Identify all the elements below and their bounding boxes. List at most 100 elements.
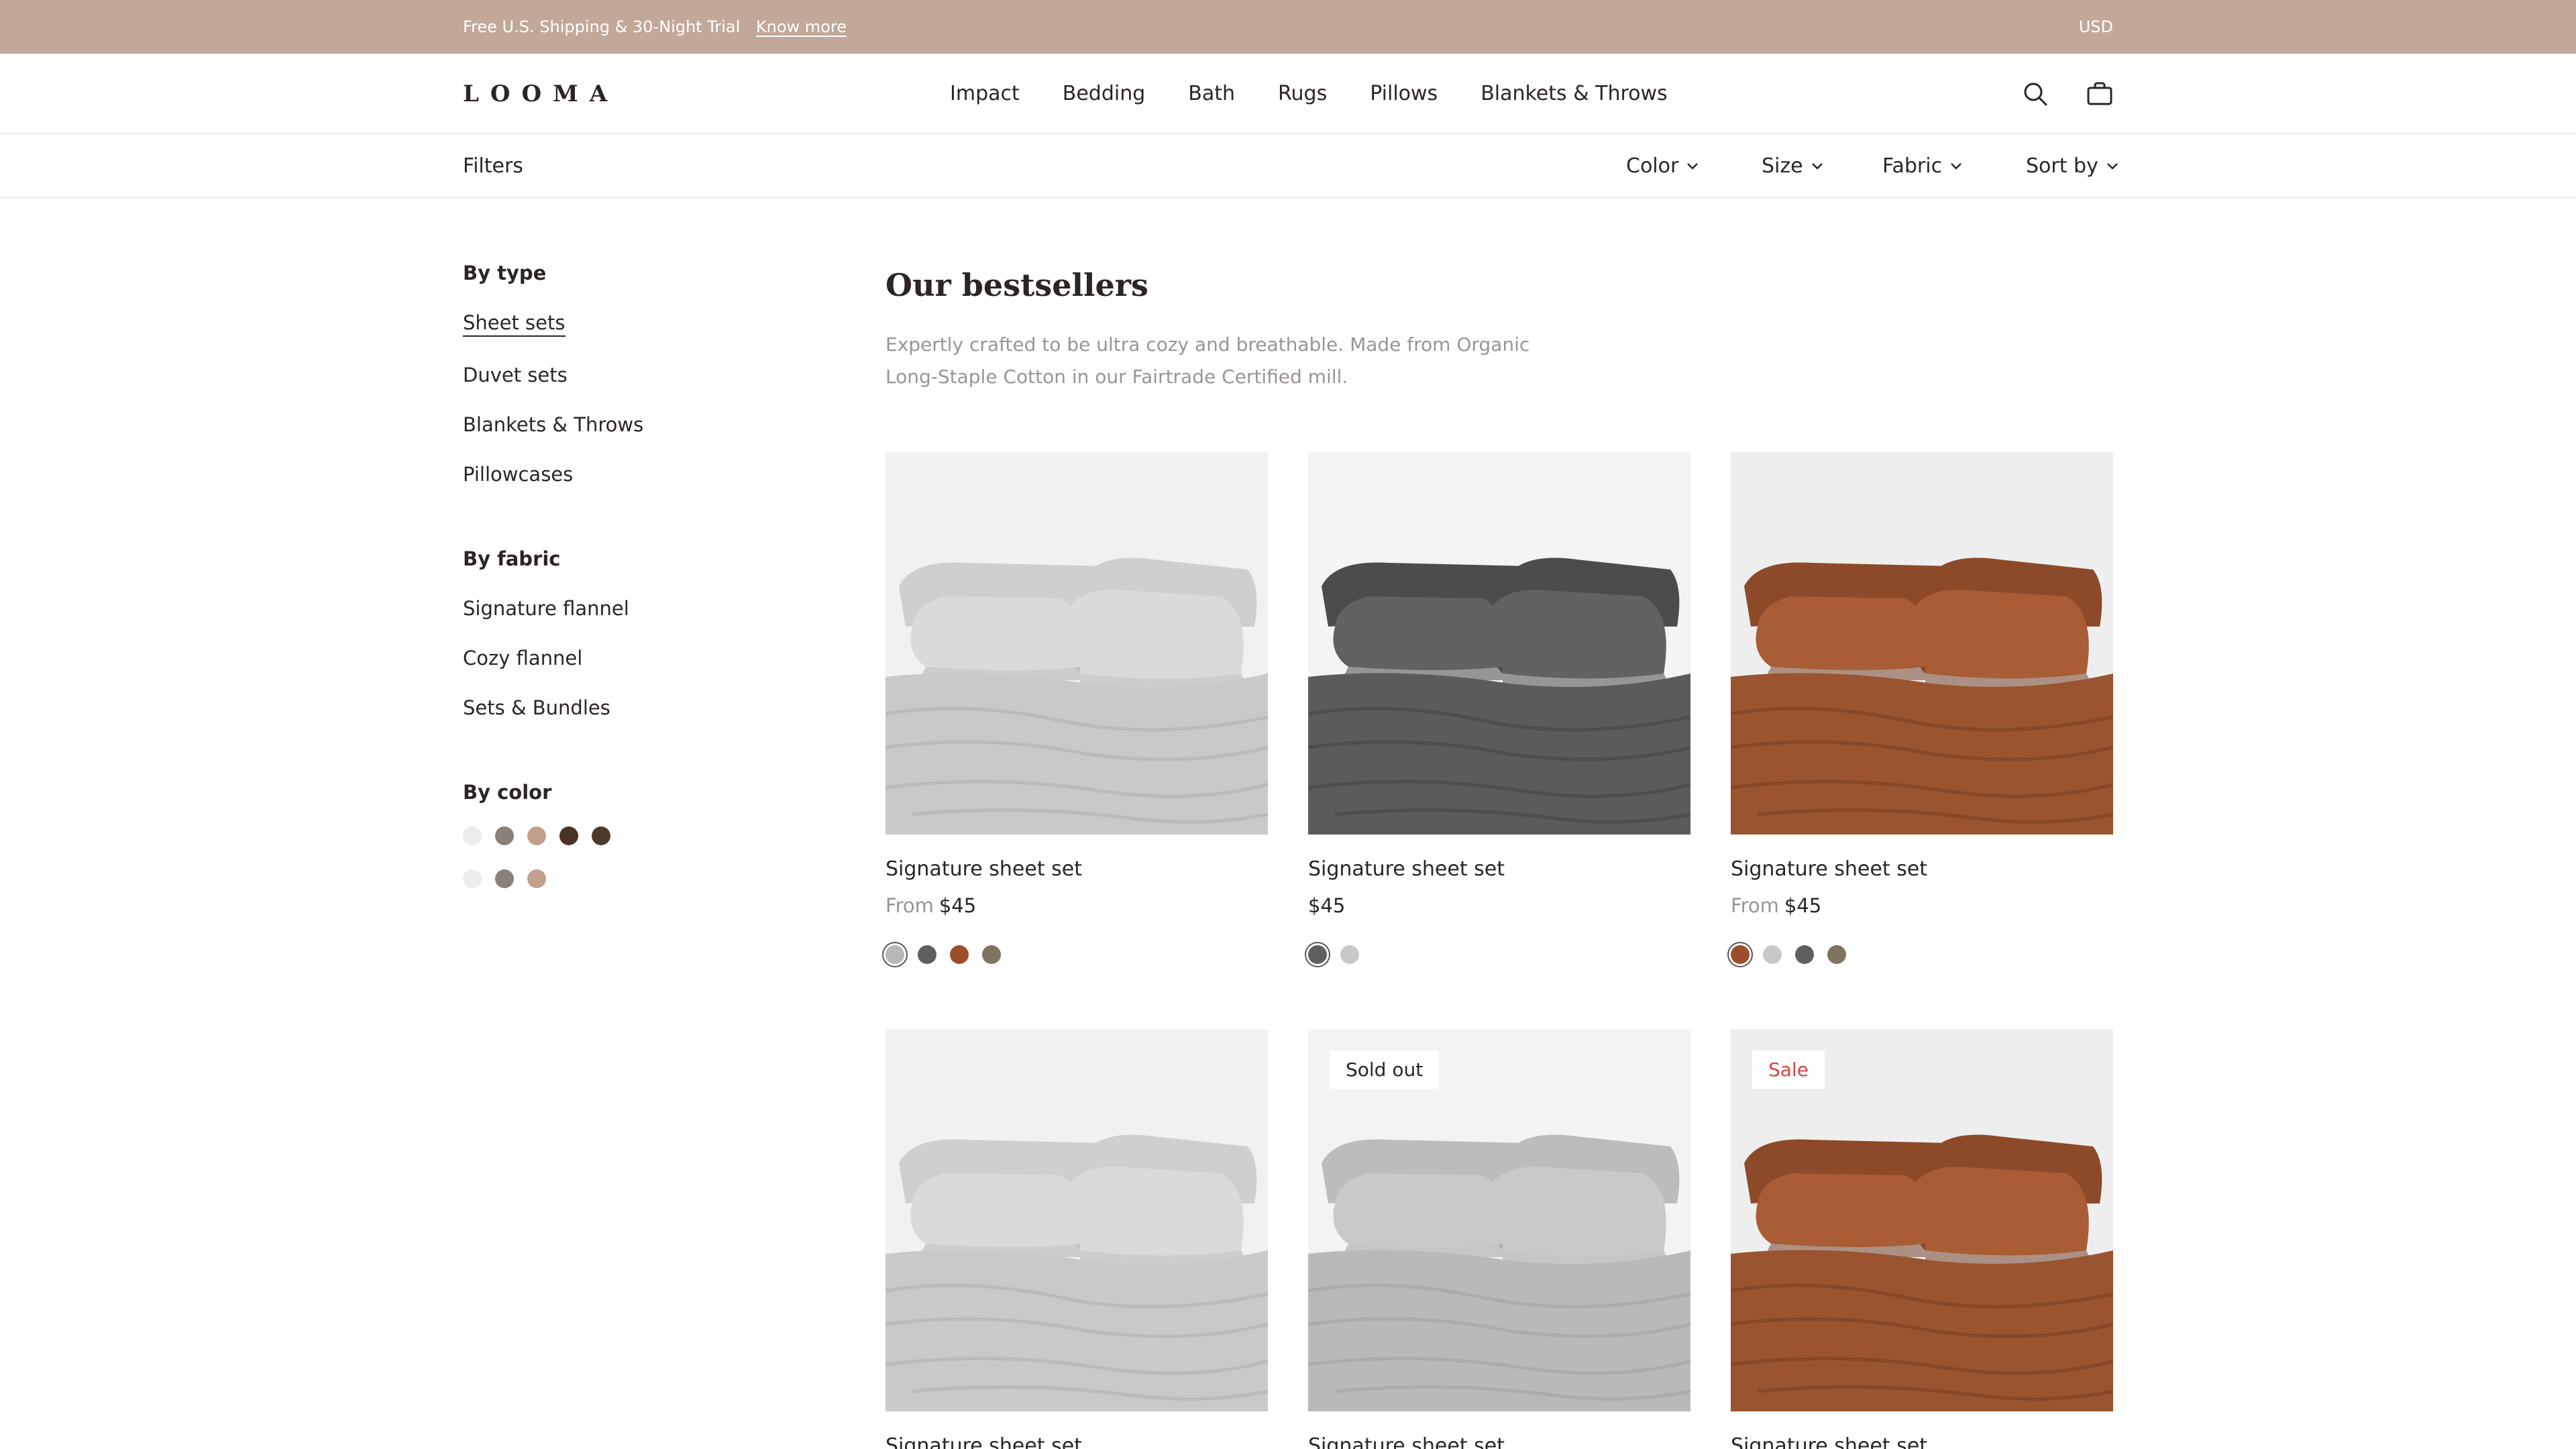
product-image[interactable] bbox=[885, 1029, 1268, 1411]
product-color-swatch[interactable] bbox=[950, 945, 969, 964]
size-dropdown[interactable]: Size bbox=[1762, 154, 1823, 178]
description-line: Long-Staple Cotton in our Fairtrade Cert… bbox=[885, 366, 1348, 388]
product-color-swatches bbox=[885, 945, 1268, 964]
product-price: From $45 bbox=[1731, 894, 2113, 917]
fabric-dropdown[interactable]: Fabric bbox=[1882, 154, 1962, 178]
promo-text: Free U.S. Shipping & 30-Night Trial bbox=[463, 17, 741, 36]
color-dropdown-label: Color bbox=[1626, 154, 1679, 178]
color-swatch[interactable] bbox=[559, 826, 578, 845]
search-icon[interactable] bbox=[2021, 79, 2050, 109]
product-color-swatch[interactable] bbox=[1308, 945, 1327, 964]
sidebar-item-blankets-throws[interactable]: Blankets & Throws bbox=[463, 413, 643, 436]
price-prefix: From bbox=[885, 894, 934, 917]
size-dropdown-label: Size bbox=[1762, 154, 1803, 178]
product-card[interactable]: Signature sheet set From $45 bbox=[1731, 452, 2113, 964]
product-card[interactable]: Signature sheet set bbox=[885, 1029, 1268, 1449]
product-color-swatch[interactable] bbox=[1731, 945, 1750, 964]
sort-by-dropdown[interactable]: Sort by bbox=[2026, 154, 2118, 178]
sidebar-item-sets-bundles[interactable]: Sets & Bundles bbox=[463, 696, 643, 719]
color-swatch[interactable] bbox=[463, 826, 482, 845]
color-swatch-row bbox=[463, 869, 643, 888]
sort-by-dropdown-label: Sort by bbox=[2026, 154, 2098, 178]
filter-bar: Filters Color Size Fabric Sort by bbox=[0, 134, 2576, 199]
nav-item-impact[interactable]: Impact bbox=[950, 82, 1020, 105]
product-name[interactable]: Signature sheet set bbox=[885, 857, 1268, 881]
color-swatch[interactable] bbox=[463, 869, 482, 888]
sidebar-item-signature-flannel[interactable]: Signature flannel bbox=[463, 597, 643, 620]
know-more-link[interactable]: Know more bbox=[756, 17, 847, 36]
product-name[interactable]: Signature sheet set bbox=[885, 1434, 1268, 1449]
product-color-swatches bbox=[1308, 945, 1690, 964]
sale-badge: Sale bbox=[1752, 1051, 1825, 1089]
by-color-title: By color bbox=[463, 781, 552, 804]
color-swatch[interactable] bbox=[527, 869, 546, 888]
shopping-bag-icon[interactable] bbox=[2085, 79, 2114, 109]
price-value: $45 bbox=[1784, 894, 1822, 917]
product-name[interactable]: Signature sheet set bbox=[1731, 857, 2113, 881]
bedding-photo bbox=[885, 452, 1268, 835]
product-card[interactable]: Signature sheet set From $45 bbox=[885, 452, 1268, 964]
product-color-swatch[interactable] bbox=[1795, 945, 1814, 964]
product-image[interactable]: Sale bbox=[1731, 1029, 2113, 1411]
product-card[interactable]: Sold out Signature sheet set bbox=[1308, 1029, 1690, 1449]
color-dropdown[interactable]: Color bbox=[1626, 154, 1699, 178]
product-color-swatch[interactable] bbox=[1827, 945, 1846, 964]
product-image[interactable] bbox=[1308, 452, 1690, 835]
page-title: Our bestsellers bbox=[885, 267, 1148, 303]
product-image[interactable] bbox=[1731, 452, 2113, 835]
site-header: LOOMA Impact Bedding Bath Rugs Pillows B… bbox=[0, 54, 2576, 134]
product-price: From $45 bbox=[885, 894, 1268, 917]
product-color-swatch[interactable] bbox=[982, 945, 1001, 964]
by-type-title: By type bbox=[463, 262, 547, 284]
color-swatch[interactable] bbox=[527, 826, 546, 845]
promo-message: Free U.S. Shipping & 30-Night Trial Know… bbox=[463, 17, 847, 36]
sidebar-filters: By type Sheet sets Duvet sets Blankets &… bbox=[463, 262, 643, 888]
product-color-swatch[interactable] bbox=[1763, 945, 1782, 964]
product-color-swatch[interactable] bbox=[885, 945, 904, 964]
sidebar-item-sheet-sets[interactable]: Sheet sets bbox=[463, 311, 566, 337]
announcement-bar: Free U.S. Shipping & 30-Night Trial Know… bbox=[0, 0, 2576, 54]
price-value: $45 bbox=[938, 894, 977, 917]
currency-selector[interactable]: USD bbox=[2079, 17, 2113, 36]
page-description: Expertly crafted to be ultra cozy and br… bbox=[885, 329, 1550, 393]
sidebar-item-pillowcases[interactable]: Pillowcases bbox=[463, 463, 643, 486]
fabric-dropdown-label: Fabric bbox=[1882, 154, 1943, 178]
chevron-down-icon bbox=[1811, 162, 1823, 170]
product-name[interactable]: Signature sheet set bbox=[1308, 857, 1690, 881]
product-color-swatches bbox=[1731, 945, 2113, 964]
price-value: $45 bbox=[1308, 894, 1346, 917]
color-swatch[interactable] bbox=[592, 826, 610, 845]
chevron-down-icon bbox=[1687, 162, 1699, 170]
product-price: $45 bbox=[1308, 894, 1690, 917]
nav-item-rugs[interactable]: Rugs bbox=[1278, 82, 1327, 105]
product-card[interactable]: Signature sheet set $45 bbox=[1308, 452, 1690, 964]
bedding-photo bbox=[1731, 452, 2113, 835]
nav-item-bath[interactable]: Bath bbox=[1188, 82, 1235, 105]
color-swatch[interactable] bbox=[495, 826, 514, 845]
product-name[interactable]: Signature sheet set bbox=[1308, 1434, 1690, 1449]
color-swatch[interactable] bbox=[495, 869, 514, 888]
description-line: Expertly crafted to be ultra cozy and br… bbox=[885, 333, 1530, 356]
bedding-photo bbox=[885, 1029, 1268, 1411]
color-swatch-row bbox=[463, 826, 643, 845]
price-prefix: From bbox=[1731, 894, 1779, 917]
product-card[interactable]: Sale Signature sheet set bbox=[1731, 1029, 2113, 1449]
product-image[interactable]: Sold out bbox=[1308, 1029, 1690, 1411]
bedding-photo bbox=[1308, 452, 1690, 835]
chevron-down-icon bbox=[1951, 162, 1962, 170]
sold-out-badge: Sold out bbox=[1330, 1051, 1440, 1089]
sidebar-item-duvet-sets[interactable]: Duvet sets bbox=[463, 364, 643, 386]
product-color-swatch[interactable] bbox=[918, 945, 936, 964]
nav-item-pillows[interactable]: Pillows bbox=[1370, 82, 1438, 105]
product-name[interactable]: Signature sheet set bbox=[1731, 1434, 2113, 1449]
nav-item-blankets-throws[interactable]: Blankets & Throws bbox=[1481, 82, 1667, 105]
product-image[interactable] bbox=[885, 452, 1268, 835]
sidebar-item-cozy-flannel[interactable]: Cozy flannel bbox=[463, 647, 643, 669]
by-fabric-title: By fabric bbox=[463, 547, 561, 570]
logo[interactable]: LOOMA bbox=[463, 80, 619, 107]
product-color-swatch[interactable] bbox=[1340, 945, 1359, 964]
chevron-down-icon bbox=[2106, 162, 2118, 170]
filters-title: Filters bbox=[463, 154, 523, 178]
nav-item-bedding[interactable]: Bedding bbox=[1063, 82, 1146, 105]
main-nav: Impact Bedding Bath Rugs Pillows Blanket… bbox=[950, 82, 1668, 105]
